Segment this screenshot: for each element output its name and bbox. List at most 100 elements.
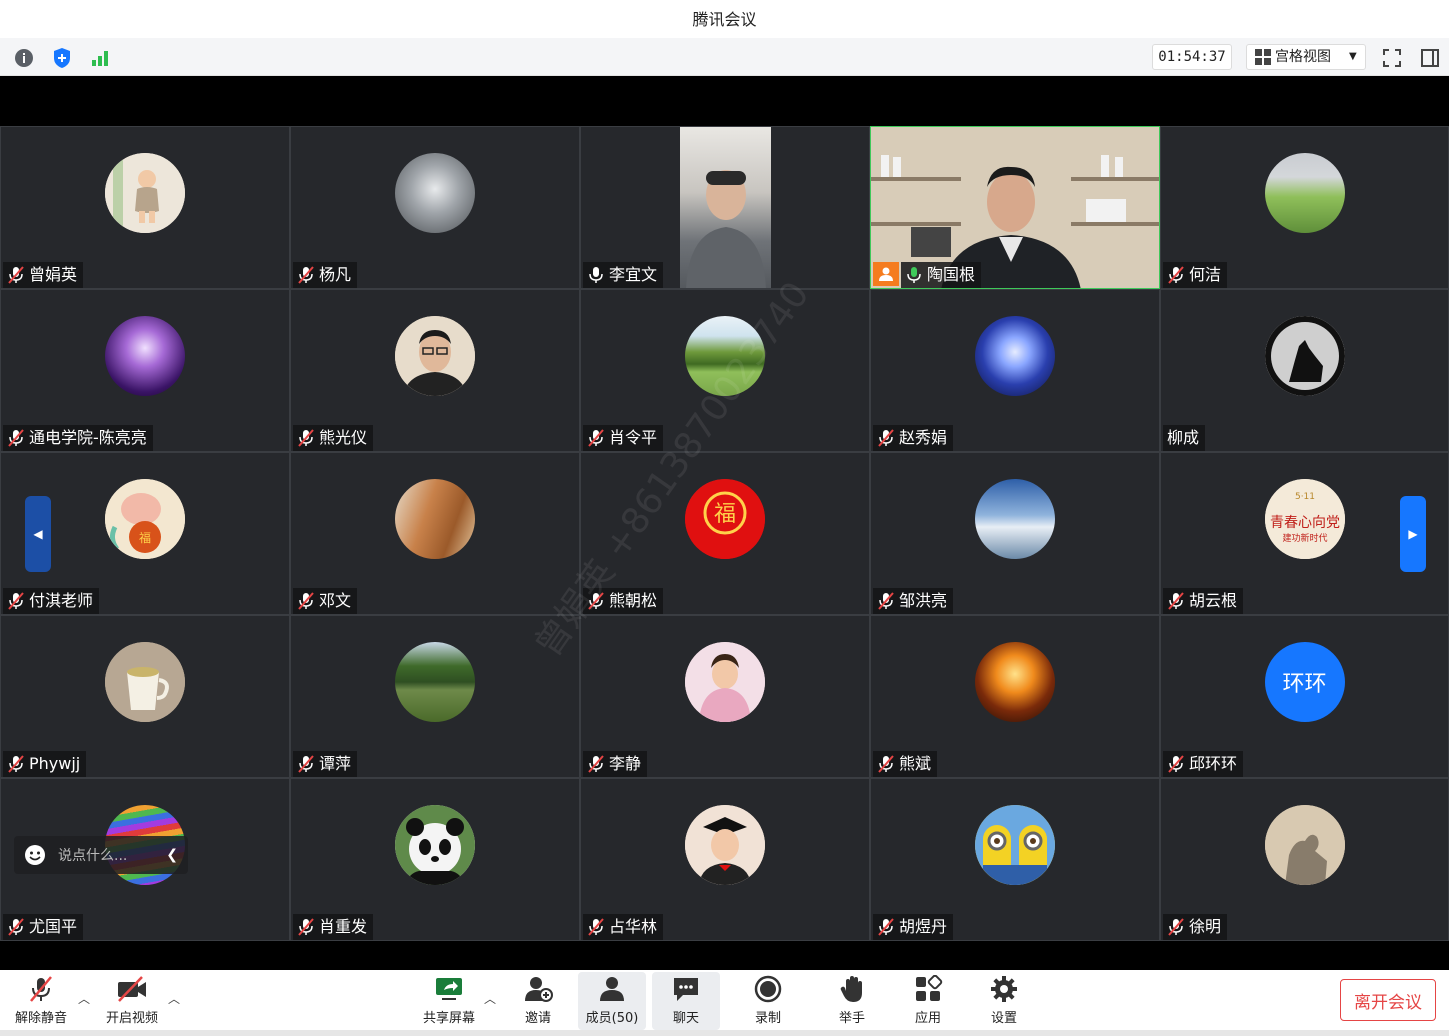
- next-page-button[interactable]: ▶: [1400, 496, 1426, 572]
- participant-tile[interactable]: 徐明: [1160, 778, 1449, 941]
- gear-icon: [991, 976, 1017, 1002]
- members-button[interactable]: 成员(50): [578, 972, 646, 1030]
- mic-muted-icon: [8, 592, 24, 610]
- participant-nametag: 胡煜丹: [873, 914, 954, 940]
- video-options-caret[interactable]: ︿: [168, 990, 180, 1007]
- security-shield-icon[interactable]: [50, 46, 74, 70]
- prev-page-button[interactable]: ◀: [25, 496, 51, 572]
- svg-text:福: 福: [139, 530, 151, 545]
- video-stage: 曾娟英 杨凡 李宜文 陶国根 何洁通电学院-陈亮亮 熊光仪 肖令平 赵秀娟 柳成福付淇老师 邓文 福…: [0, 76, 1449, 970]
- participant-name: 付淇老师: [29, 591, 94, 610]
- share-screen-button[interactable]: 共享屏幕: [420, 972, 478, 1030]
- mic-muted-icon: [588, 429, 604, 447]
- leave-meeting-button[interactable]: 离开会议: [1340, 979, 1436, 1021]
- participant-tile[interactable]: 占华林: [580, 778, 870, 941]
- participant-tile[interactable]: 谭萍: [290, 615, 580, 778]
- participant-nametag: 曾娟英: [3, 262, 84, 288]
- participant-avatar: [395, 153, 475, 233]
- participant-avatar: [1264, 805, 1345, 885]
- apps-button[interactable]: 应用: [902, 972, 954, 1030]
- participant-name: 熊斌: [899, 754, 932, 773]
- participant-nametag: 尤国平: [3, 914, 84, 940]
- participant-tile[interactable]: 邓文: [290, 452, 580, 615]
- participant-avatar: [975, 479, 1055, 559]
- participant-tile[interactable]: Phywjj: [0, 615, 290, 778]
- participant-tile[interactable]: 何洁: [1160, 126, 1449, 289]
- participant-nametag: Phywjj: [3, 751, 87, 777]
- participant-nametag: 陶国根: [901, 262, 982, 288]
- participant-name: 邓文: [319, 591, 352, 610]
- add-user-icon: [525, 977, 553, 1002]
- record-button[interactable]: 录制: [742, 972, 794, 1030]
- mic-muted-icon: [1168, 266, 1184, 284]
- emoji-icon[interactable]: [24, 844, 46, 866]
- participant-name: Phywjj: [29, 754, 81, 773]
- settings-button[interactable]: 设置: [978, 972, 1030, 1030]
- participant-tile[interactable]: 杨凡: [290, 126, 580, 289]
- chevron-down-icon: ▼: [1349, 51, 1357, 62]
- chat-button[interactable]: 聊天: [652, 972, 720, 1030]
- signal-icon[interactable]: [88, 46, 112, 70]
- participant-avatar: [395, 479, 475, 559]
- participant-tile[interactable]: 陶国根: [870, 126, 1160, 289]
- participant-video: [680, 127, 771, 288]
- invite-button[interactable]: 邀请: [512, 972, 564, 1030]
- share-options-caret[interactable]: ︿: [484, 990, 496, 1007]
- participant-tile[interactable]: 李静: [580, 615, 870, 778]
- participant-nametag: 邹洪亮: [873, 588, 954, 614]
- view-mode-select[interactable]: 宫格视图 ▼: [1246, 44, 1366, 70]
- participant-name: 柳成: [1167, 428, 1200, 447]
- audio-options-caret[interactable]: ︿: [78, 990, 90, 1007]
- participant-tile[interactable]: 熊光仪: [290, 289, 580, 452]
- participant-tile[interactable]: 肖令平: [580, 289, 870, 452]
- raise-hand-button[interactable]: 举手: [826, 972, 878, 1030]
- unmute-button[interactable]: 解除静音: [12, 972, 70, 1030]
- participant-nametag: 柳成: [1163, 425, 1206, 451]
- mic-muted-icon: [298, 592, 314, 610]
- svg-text:青春心向党: 青春心向党: [1270, 515, 1340, 531]
- mic-muted-icon: [30, 976, 52, 1002]
- participant-tile[interactable]: 邹洪亮: [870, 452, 1160, 615]
- participant-avatar: 环环: [1264, 642, 1345, 722]
- participant-nametag: 赵秀娟: [873, 425, 954, 451]
- participant-avatar: [105, 642, 185, 722]
- record-icon: [754, 975, 782, 1003]
- participant-tile[interactable]: 福熊朝松: [580, 452, 870, 615]
- host-badge-icon: [873, 262, 899, 286]
- start-video-button[interactable]: 开启视频: [104, 972, 160, 1030]
- participant-nametag: 肖令平: [583, 425, 664, 451]
- participant-avatar: 福: [685, 479, 765, 559]
- horizontal-scrollbar[interactable]: [0, 1030, 1449, 1036]
- participant-avatar: 5·11 青春心向党 建功新时代: [1264, 479, 1345, 559]
- participant-tile[interactable]: 柳成: [1160, 289, 1449, 452]
- participant-tile[interactable]: 李宜文: [580, 126, 870, 289]
- participant-tile[interactable]: 肖重发: [290, 778, 580, 941]
- participant-tile[interactable]: 赵秀娟: [870, 289, 1160, 452]
- participant-avatar: [105, 316, 185, 396]
- mic-muted-icon: [298, 429, 314, 447]
- sidebar-toggle-icon[interactable]: [1418, 46, 1442, 70]
- participant-tile[interactable]: 熊斌: [870, 615, 1160, 778]
- participant-name: 赵秀娟: [899, 428, 948, 447]
- fullscreen-icon[interactable]: [1380, 46, 1404, 70]
- participant-name: 熊光仪: [319, 428, 368, 447]
- participant-avatar: [975, 805, 1055, 885]
- mic-muted-icon: [878, 592, 894, 610]
- participant-name: 肖重发: [319, 917, 368, 936]
- info-icon[interactable]: [12, 46, 36, 70]
- participant-tile[interactable]: 胡煜丹: [870, 778, 1160, 941]
- chat-quick-input[interactable]: 说点什么... ❮: [14, 836, 188, 874]
- apps-label: 应用: [914, 1011, 941, 1026]
- invite-label: 邀请: [524, 1011, 551, 1026]
- participant-tile[interactable]: 通电学院-陈亮亮: [0, 289, 290, 452]
- participant-name: 杨凡: [319, 265, 352, 284]
- participant-tile[interactable]: 曾娟英: [0, 126, 290, 289]
- participant-avatar: 福: [105, 479, 185, 559]
- participant-nametag: 邓文: [293, 588, 358, 614]
- mic-muted-icon: [588, 918, 604, 936]
- participant-nametag: 杨凡: [293, 262, 358, 288]
- participant-tile[interactable]: 环环 邱环环: [1160, 615, 1449, 778]
- participant-nametag: 熊光仪: [293, 425, 374, 451]
- collapse-chat-icon[interactable]: ❮: [166, 847, 178, 863]
- participant-nametag: 何洁: [1163, 262, 1228, 288]
